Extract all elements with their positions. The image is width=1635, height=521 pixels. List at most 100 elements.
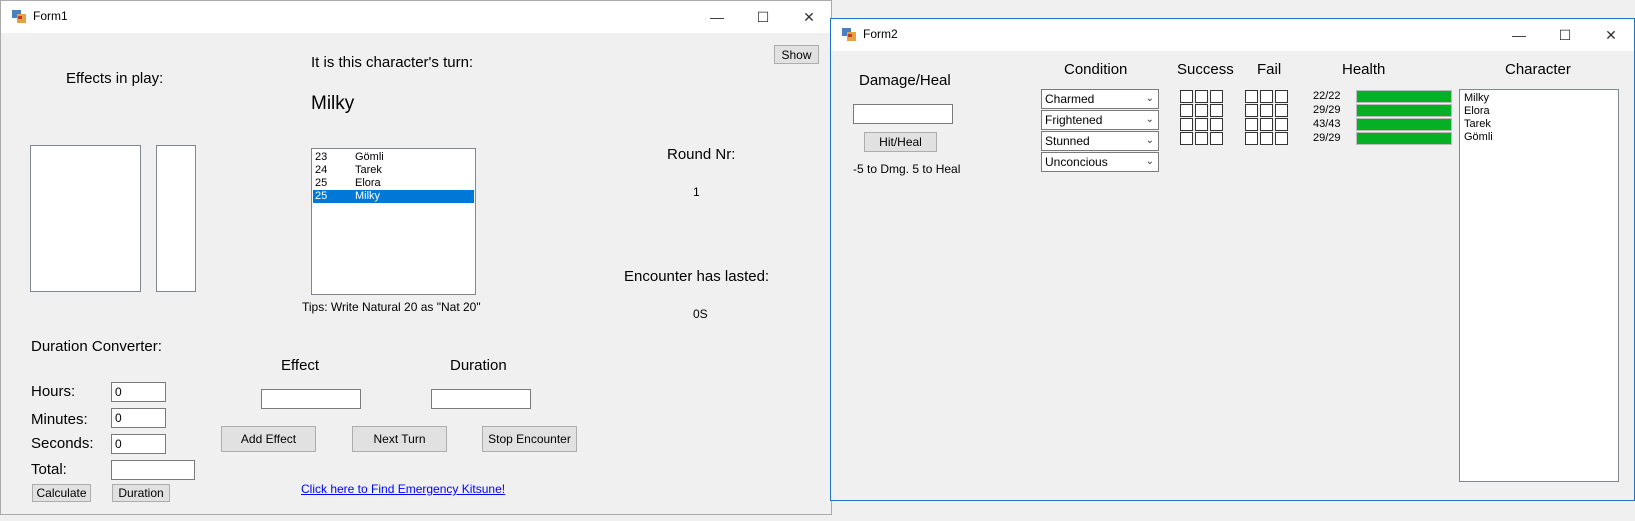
duration-input[interactable] bbox=[431, 389, 531, 409]
initiative-character-name: Elora bbox=[355, 177, 381, 189]
character-list[interactable]: Milky Elora Tarek Gömli bbox=[1459, 89, 1619, 482]
initiative-list[interactable]: 23 Gömli 24 Tarek 25 Elora 25 Milky bbox=[311, 148, 476, 295]
form2-title: Form2 bbox=[863, 27, 898, 41]
duration-converter-label: Duration Converter: bbox=[31, 338, 162, 355]
success-checkbox[interactable] bbox=[1195, 90, 1208, 103]
close-icon[interactable]: ✕ bbox=[1588, 19, 1634, 51]
initiative-list-item[interactable]: 23 Gömli bbox=[313, 151, 474, 164]
fail-checkbox[interactable] bbox=[1260, 90, 1273, 103]
initiative-value: 23 bbox=[315, 151, 328, 163]
fail-checkbox[interactable] bbox=[1275, 118, 1288, 131]
encounter-label: Encounter has lasted: bbox=[624, 268, 770, 285]
fail-checkbox[interactable] bbox=[1260, 132, 1273, 145]
condition-dropdown[interactable]: Charmed ⌄ bbox=[1041, 89, 1159, 109]
initiative-list-item[interactable]: 25 Milky bbox=[313, 190, 474, 203]
success-checkbox[interactable] bbox=[1195, 132, 1208, 145]
condition-value: Frightened bbox=[1045, 113, 1103, 127]
tips-label: Tips: Write Natural 20 as "Nat 20" bbox=[302, 300, 481, 314]
form1-titlebar[interactable]: Form1 — ☐ ✕ bbox=[1, 1, 831, 33]
health-value: 29/29 bbox=[1313, 104, 1341, 116]
character-list-item[interactable]: Milky bbox=[1461, 92, 1617, 105]
success-checkbox[interactable] bbox=[1195, 104, 1208, 117]
minutes-input[interactable] bbox=[111, 408, 166, 428]
success-checkbox[interactable] bbox=[1210, 90, 1223, 103]
fail-checkbox[interactable] bbox=[1245, 118, 1258, 131]
fail-checkbox[interactable] bbox=[1245, 90, 1258, 103]
fail-checkbox[interactable] bbox=[1275, 132, 1288, 145]
success-checkbox[interactable] bbox=[1180, 90, 1193, 103]
chevron-down-icon: ⌄ bbox=[1145, 156, 1154, 167]
hours-input[interactable] bbox=[111, 382, 166, 402]
success-checkbox[interactable] bbox=[1195, 118, 1208, 131]
health-header: Health bbox=[1342, 61, 1386, 78]
duration-button[interactable]: Duration bbox=[112, 484, 170, 502]
form2-window: Form2 — ☐ ✕ Damage/Heal Hit/Heal -5 to D… bbox=[830, 18, 1635, 501]
stop-encounter-button[interactable]: Stop Encounter bbox=[482, 426, 577, 452]
close-icon[interactable]: ✕ bbox=[786, 1, 831, 33]
minimize-icon[interactable]: — bbox=[694, 1, 740, 33]
health-bar bbox=[1356, 104, 1452, 117]
health-bar bbox=[1356, 118, 1452, 131]
minimize-icon[interactable]: — bbox=[1496, 19, 1542, 51]
kitsune-link[interactable]: Click here to Find Emergency Kitsune! bbox=[301, 482, 505, 496]
success-checkbox[interactable] bbox=[1180, 104, 1193, 117]
effects-duration-list[interactable] bbox=[156, 145, 196, 292]
condition-header: Condition bbox=[1064, 61, 1128, 78]
effect-input[interactable] bbox=[261, 389, 361, 409]
fail-checkbox[interactable] bbox=[1275, 90, 1288, 103]
seconds-input[interactable] bbox=[111, 434, 166, 454]
condition-value: Charmed bbox=[1045, 92, 1095, 106]
round-label: Round Nr: bbox=[667, 146, 736, 163]
calculate-button[interactable]: Calculate bbox=[32, 484, 91, 502]
health-bar bbox=[1356, 132, 1452, 145]
fail-checkbox[interactable] bbox=[1260, 104, 1273, 117]
app-icon bbox=[12, 10, 26, 23]
character-header: Character bbox=[1505, 61, 1571, 78]
character-list-item[interactable]: Gömli bbox=[1461, 131, 1617, 144]
round-value: 1 bbox=[693, 185, 700, 199]
damage-heal-label: Damage/Heal bbox=[859, 72, 951, 89]
success-checkbox[interactable] bbox=[1210, 132, 1223, 145]
chevron-down-icon: ⌄ bbox=[1145, 93, 1154, 104]
effects-list[interactable] bbox=[30, 145, 141, 292]
hit-heal-button[interactable]: Hit/Heal bbox=[864, 132, 937, 152]
fail-checkbox[interactable] bbox=[1260, 118, 1273, 131]
total-label: Total: bbox=[31, 461, 67, 478]
maximize-icon[interactable]: ☐ bbox=[1542, 19, 1588, 51]
condition-dropdown[interactable]: Frightened ⌄ bbox=[1041, 110, 1159, 130]
condition-value: Unconcious bbox=[1045, 155, 1108, 169]
app-icon bbox=[842, 28, 856, 41]
success-checkbox[interactable] bbox=[1210, 118, 1223, 131]
success-checkbox[interactable] bbox=[1180, 132, 1193, 145]
condition-dropdown[interactable]: Stunned ⌄ bbox=[1041, 131, 1159, 151]
health-value: 43/43 bbox=[1313, 118, 1341, 130]
success-checkbox[interactable] bbox=[1210, 104, 1223, 117]
show-button[interactable]: Show bbox=[774, 45, 819, 64]
form2-titlebar[interactable]: Form2 — ☐ ✕ bbox=[831, 19, 1634, 51]
effect-label: Effect bbox=[281, 357, 320, 374]
chevron-down-icon: ⌄ bbox=[1145, 135, 1154, 146]
condition-value: Stunned bbox=[1045, 134, 1090, 148]
health-value: 22/22 bbox=[1313, 90, 1341, 102]
maximize-icon[interactable]: ☐ bbox=[740, 1, 786, 33]
success-header: Success bbox=[1177, 61, 1234, 78]
duration-label: Duration bbox=[450, 357, 507, 374]
next-turn-button[interactable]: Next Turn bbox=[352, 426, 447, 452]
current-character: Milky bbox=[311, 93, 355, 114]
total-input[interactable] bbox=[111, 460, 195, 480]
initiative-character-name: Tarek bbox=[355, 164, 382, 176]
fail-checkbox[interactable] bbox=[1245, 132, 1258, 145]
seconds-label: Seconds: bbox=[31, 435, 94, 452]
condition-dropdown[interactable]: Unconcious ⌄ bbox=[1041, 152, 1159, 172]
health-value: 29/29 bbox=[1313, 132, 1341, 144]
initiative-list-item[interactable]: 25 Elora bbox=[313, 177, 474, 190]
fail-checkbox[interactable] bbox=[1245, 104, 1258, 117]
character-list-item[interactable]: Tarek bbox=[1461, 118, 1617, 131]
hint-label: -5 to Dmg. 5 to Heal bbox=[853, 162, 961, 176]
initiative-list-item[interactable]: 24 Tarek bbox=[313, 164, 474, 177]
character-list-item[interactable]: Elora bbox=[1461, 105, 1617, 118]
add-effect-button[interactable]: Add Effect bbox=[221, 426, 316, 452]
fail-checkbox[interactable] bbox=[1275, 104, 1288, 117]
damage-input[interactable] bbox=[853, 104, 953, 124]
success-checkbox[interactable] bbox=[1180, 118, 1193, 131]
